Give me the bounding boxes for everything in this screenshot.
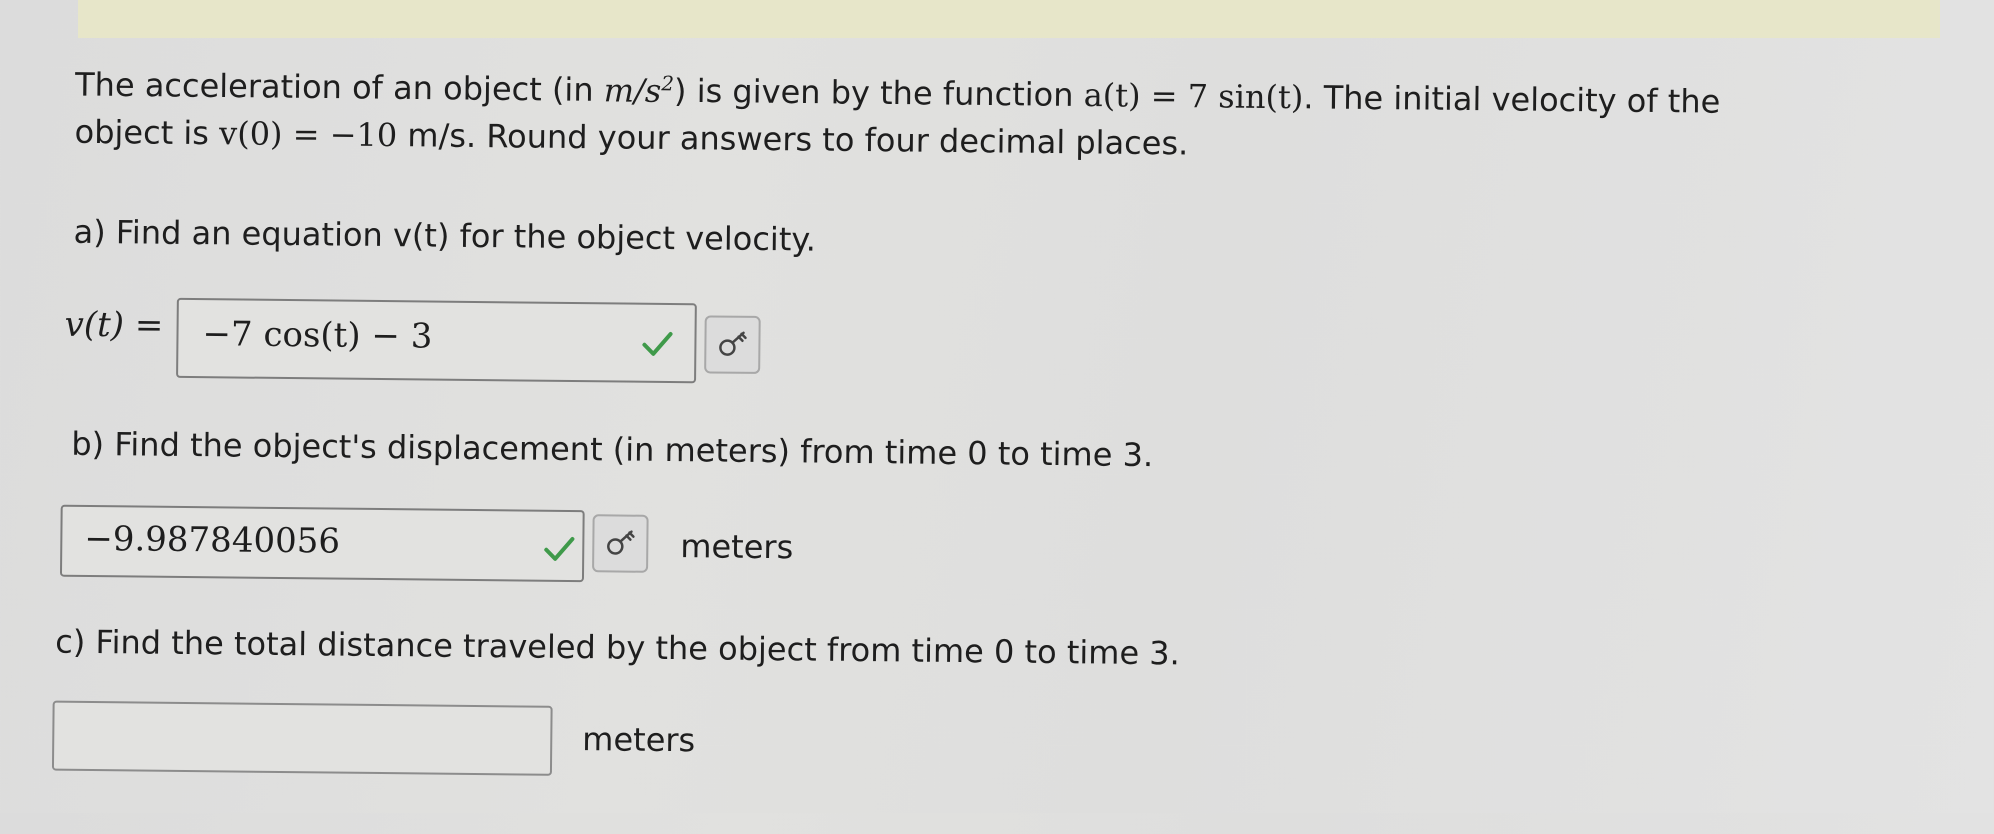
question-page: The acceleration of an object (in m/s2) … <box>0 0 1994 834</box>
question-intro-line1: The acceleration of an object (in m/s2) … <box>74 65 1721 121</box>
key-icon <box>607 530 635 555</box>
key-icon <box>719 331 747 356</box>
part-b-answer-value: −9.987840056 <box>84 518 341 562</box>
part-b-unit: meters <box>680 527 794 567</box>
part-b-prompt: b) Find the object's displacement (in me… <box>71 424 1154 475</box>
check-icon <box>544 537 575 561</box>
initial-velocity: v(0) = −10 <box>218 114 398 155</box>
check-icon <box>642 332 673 356</box>
part-c-prompt: c) Find the total distance traveled by t… <box>55 622 1181 673</box>
intro-text: The acceleration of an object (in <box>74 65 604 109</box>
accel-function: a(t) = 7 sin(t) <box>1083 76 1304 117</box>
part-a-key-button[interactable] <box>704 315 761 374</box>
part-a-prompt: a) Find an equation v(t) for the object … <box>73 212 817 259</box>
part-c-unit: meters <box>582 720 696 760</box>
part-c-answer-field[interactable] <box>51 700 553 776</box>
accel-unit: m/s2 <box>603 70 675 110</box>
part-a-answer-field[interactable]: −7 cos(t) − 3 <box>176 297 697 384</box>
part-b-key-button[interactable] <box>592 514 649 573</box>
part-b-answer-field[interactable]: −9.987840056 <box>59 504 585 583</box>
question-intro-line2: object is v(0) = −10 m/s. Round your ans… <box>74 112 1189 163</box>
part-a-answer-value: −7 cos(t) − 3 <box>202 314 433 357</box>
part-a-label: v(t) = <box>64 304 164 346</box>
